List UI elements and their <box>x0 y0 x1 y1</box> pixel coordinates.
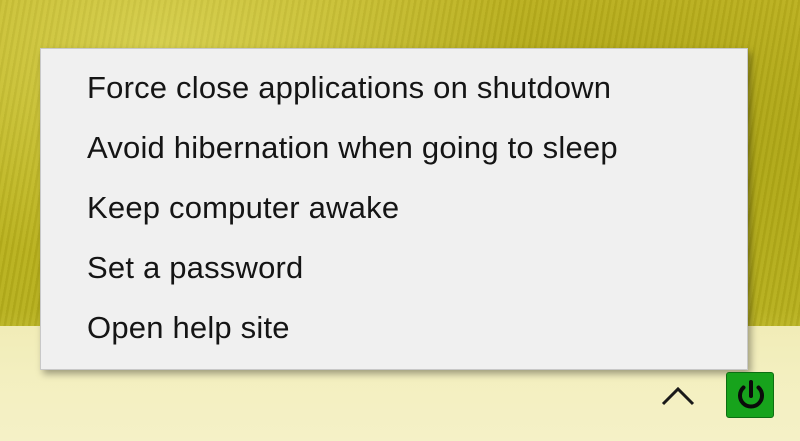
menu-item-set-password[interactable]: Set a password <box>41 238 747 298</box>
menu-item-avoid-hibernation[interactable]: Avoid hibernation when going to sleep <box>41 118 747 178</box>
chevron-up-icon[interactable] <box>656 376 700 416</box>
menu-item-keep-awake[interactable]: Keep computer awake <box>41 178 747 238</box>
menu-item-force-close[interactable]: Force close applications on shutdown <box>41 58 747 118</box>
menu-item-open-help[interactable]: Open help site <box>41 298 747 358</box>
power-icon[interactable] <box>726 372 774 418</box>
tray-context-menu: Force close applications on shutdown Avo… <box>40 48 748 370</box>
